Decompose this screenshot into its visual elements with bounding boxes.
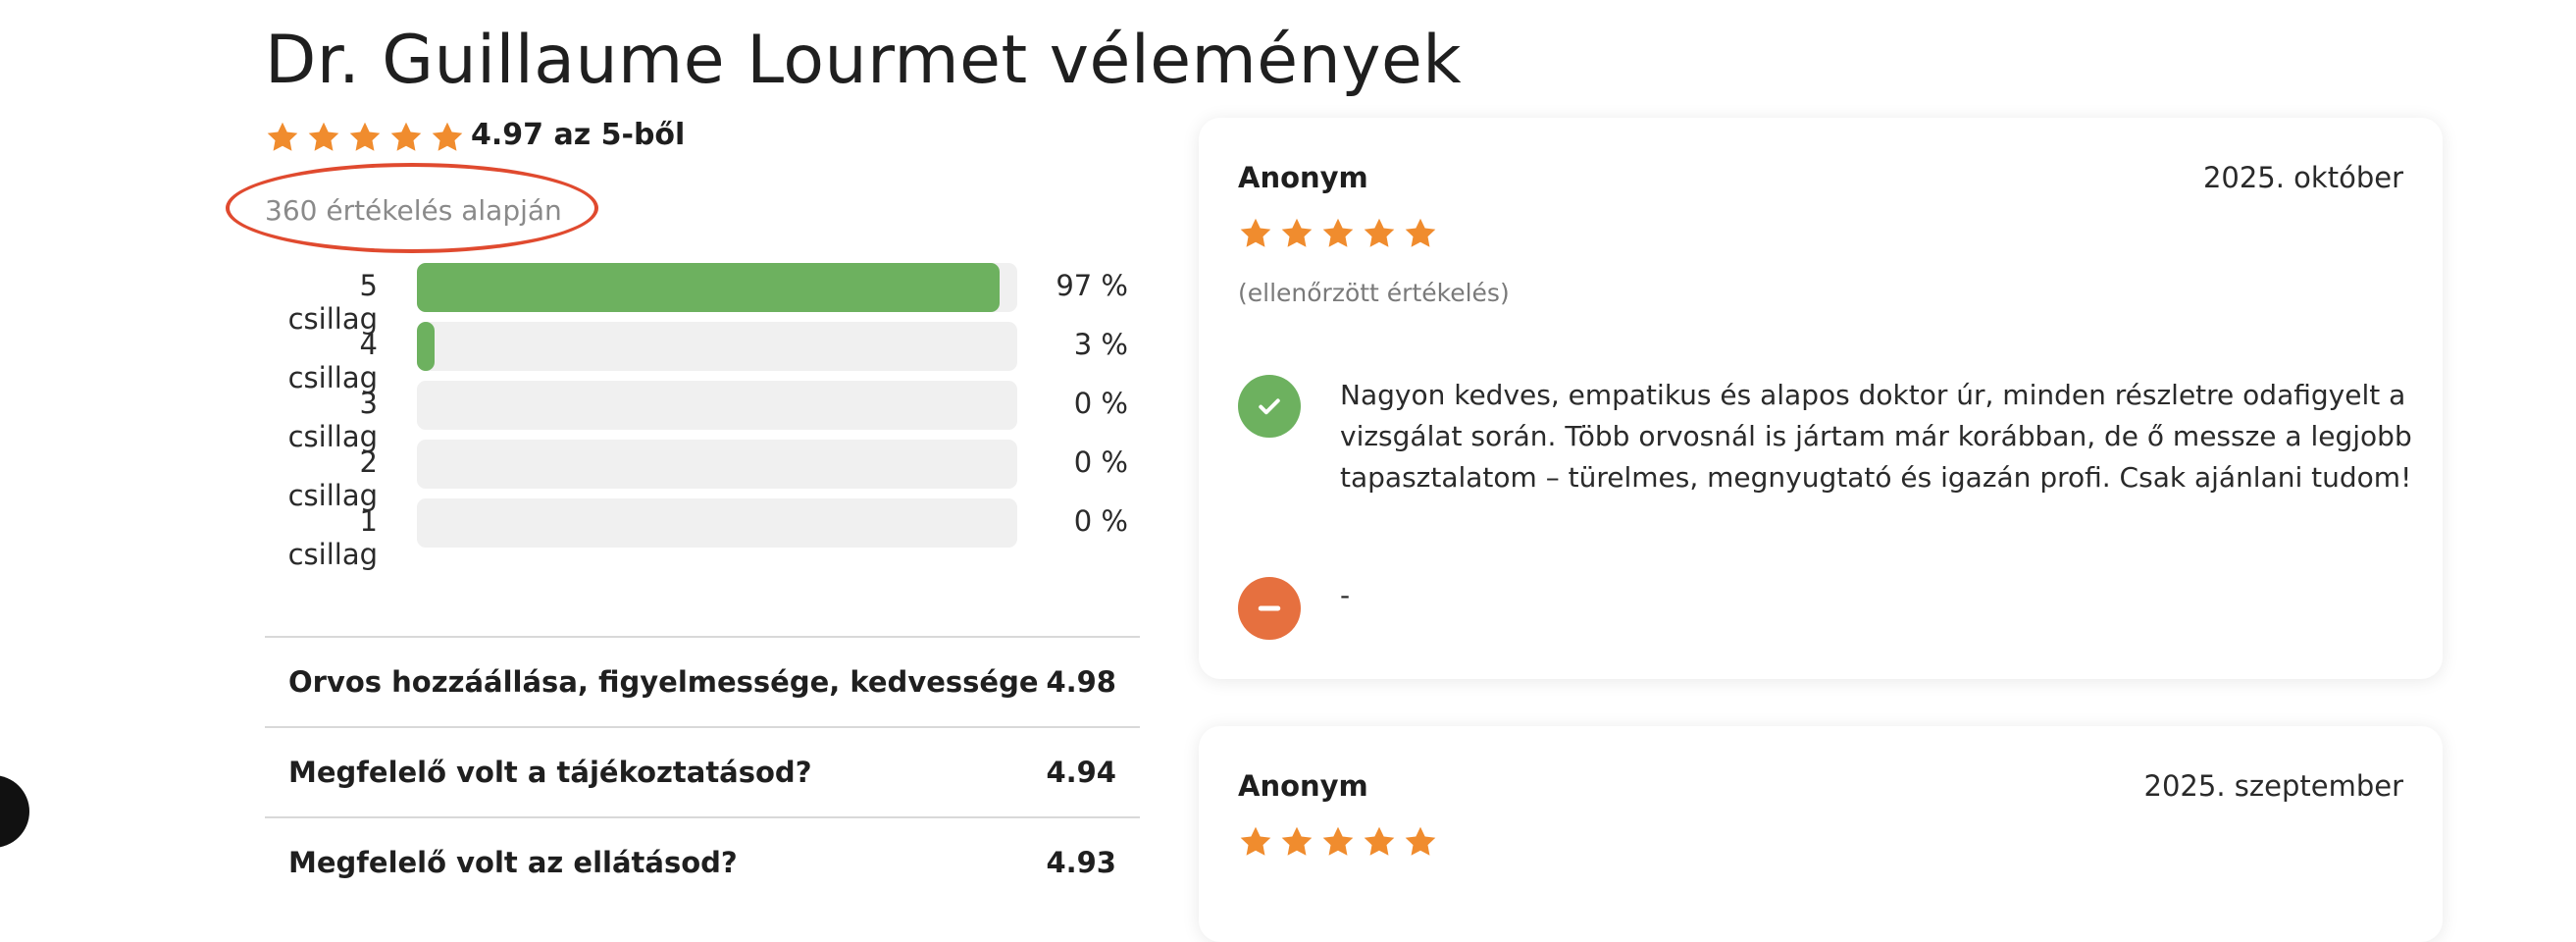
review-author: Anonym [1238,769,1368,803]
dist-row-2: 2 csillag 0 % [265,436,1128,512]
star-icon [1281,826,1313,856]
star-icon [432,122,463,151]
category-ratings: Orvos hozzáállása, figyelmessége, kedves… [265,636,1140,907]
review-negative-text: - [1340,579,1351,611]
star-icon [308,122,339,151]
star-icon [1240,218,1271,247]
category-label: Megfelelő volt a tájékoztatásod? [288,756,812,789]
dist-bar-track [417,263,1017,312]
star-icon [1281,218,1313,247]
dist-percent: 0 % [1073,504,1128,538]
dist-row-3: 3 csillag 0 % [265,377,1128,453]
checkmark-icon [1238,375,1301,438]
category-label: Orvos hozzáállása, figyelmessége, kedves… [288,665,1039,699]
star-icon [349,122,381,151]
dist-percent: 0 % [1073,387,1128,420]
highlight-ellipse [226,163,598,253]
dist-percent: 3 % [1073,328,1128,361]
star-icon [1322,218,1354,247]
dist-bar-track [417,381,1017,430]
chat-widget-button[interactable] [0,775,29,848]
summary-stars [265,120,465,155]
star-icon [1364,826,1395,856]
review-date: 2025. szeptember [2143,769,2403,803]
category-row: Orvos hozzáállása, figyelmessége, kedves… [265,636,1140,726]
dist-bar-track [417,322,1017,371]
page-title: Dr. Guillaume Lourmet vélemények [265,22,1463,99]
review-card: Anonym 2025. szeptember [1199,726,2443,942]
category-label: Megfelelő volt az ellátásod? [288,846,738,879]
dist-bar-fill [417,322,436,371]
star-icon [1322,826,1354,856]
dist-label: 1 csillag [287,504,378,571]
review-positive-text: Nagyon kedves, empatikus és alapos dokto… [1340,379,2412,494]
minus-icon [1238,577,1301,640]
star-icon [267,122,298,151]
verified-label: (ellenőrzött értékelés) [1238,279,1510,307]
category-score: 4.98 [1046,665,1116,699]
summary-score: 4.97 az 5-ből [471,118,686,152]
rating-distribution: 5 csillag 97 % 4 csillag 3 % 3 csillag 0… [265,259,1128,571]
review-date: 2025. október [2202,161,2403,194]
review-stars [1238,824,1438,860]
dist-row-4: 4 csillag 3 % [265,318,1128,394]
dist-row-5: 5 csillag 97 % [265,259,1128,336]
category-row: Megfelelő volt az ellátásod? 4.93 [265,816,1140,907]
star-icon [1405,826,1436,856]
star-icon [390,122,422,151]
dist-bar-fill [417,263,1000,312]
dist-bar-track [417,440,1017,489]
dist-bar-track [417,498,1017,548]
review-card: Anonym 2025. október (ellenőrzött értéke… [1199,118,2443,679]
dist-percent: 97 % [1056,269,1128,302]
category-score: 4.94 [1046,756,1116,789]
star-icon [1405,218,1436,247]
star-icon [1364,218,1395,247]
category-row: Megfelelő volt a tájékoztatásod? 4.94 [265,726,1140,816]
star-icon [1240,826,1271,856]
review-stars [1238,216,1438,251]
dist-percent: 0 % [1073,445,1128,479]
review-author: Anonym [1238,161,1368,194]
dist-row-1: 1 csillag 0 % [265,495,1128,571]
category-score: 4.93 [1046,846,1116,879]
